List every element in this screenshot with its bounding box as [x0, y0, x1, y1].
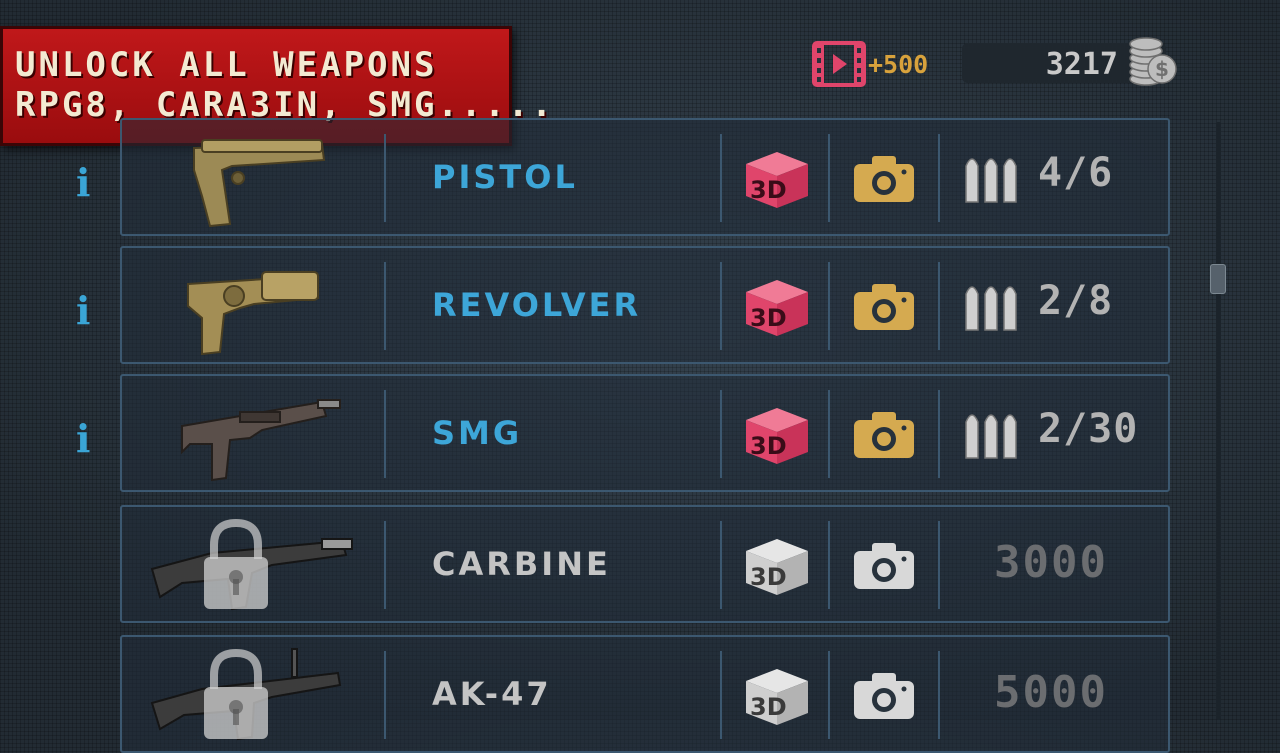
weapon-row-smg[interactable]: i SMG 3D 2/30: [76, 374, 1170, 492]
scrollbar-track[interactable]: [1216, 122, 1221, 720]
weapon-name: AK-47: [432, 675, 552, 713]
info-button[interactable]: i: [76, 288, 90, 333]
view-3d-icon[interactable]: 3D: [744, 150, 810, 210]
watch-video-reward-button[interactable]: +500: [812, 40, 928, 88]
lock-icon: [204, 519, 268, 609]
lock-icon: [204, 649, 268, 739]
weapon-name: PISTOL: [432, 158, 578, 196]
weapon-name: REVOLVER: [432, 286, 642, 324]
weapon-name: SMG: [432, 414, 523, 452]
svg-text:3D: 3D: [750, 693, 787, 721]
pistol-image: [193, 139, 326, 228]
revolver-image: [187, 271, 320, 356]
coin-balance: 3217 $: [962, 37, 1177, 86]
weapon-row-revolver[interactable]: i REVOLVER 3D 2/8: [76, 246, 1170, 364]
weapon-row-ak47[interactable]: AK-47 3D 5000: [120, 635, 1170, 753]
camera-icon[interactable]: [852, 669, 916, 721]
ammo-icon: [965, 286, 1017, 331]
view-3d-icon[interactable]: 3D: [744, 278, 810, 338]
weapon-row-carbine[interactable]: CARBINE 3D 3000: [120, 505, 1170, 623]
ammo-count: 4/6: [1038, 150, 1114, 196]
smg-image: [181, 399, 341, 482]
ammo-count: 2/8: [1038, 278, 1114, 324]
camera-icon[interactable]: [852, 408, 916, 460]
scrollbar-thumb[interactable]: [1210, 264, 1226, 294]
camera-icon[interactable]: [852, 280, 916, 332]
unlock-price[interactable]: 3000: [994, 537, 1108, 588]
info-button[interactable]: i: [76, 160, 90, 205]
coin-amount: 3217: [1045, 47, 1118, 82]
ammo-icon: [965, 158, 1017, 203]
view-3d-icon[interactable]: 3D: [744, 537, 810, 597]
ammo-count: 2/30: [1038, 406, 1139, 452]
video-reward-amount: +500: [868, 49, 929, 79]
svg-text:3D: 3D: [750, 563, 787, 591]
view-3d-icon[interactable]: 3D: [744, 406, 810, 466]
svg-text:$: $: [1155, 57, 1169, 81]
info-button[interactable]: i: [76, 416, 90, 461]
svg-text:3D: 3D: [750, 432, 787, 460]
svg-text:3D: 3D: [750, 176, 787, 204]
weapon-row-pistol[interactable]: i PISTOL 3D 4/6: [76, 118, 1170, 236]
weapon-name: CARBINE: [432, 545, 611, 583]
banner-line-1: UNLOCK ALL WEAPONS: [15, 45, 438, 85]
unlock-price[interactable]: 5000: [994, 667, 1108, 718]
view-3d-icon[interactable]: 3D: [744, 667, 810, 727]
ammo-icon: [965, 414, 1017, 459]
camera-icon[interactable]: [852, 152, 916, 204]
svg-text:3D: 3D: [750, 304, 787, 332]
film-play-icon: [812, 41, 866, 87]
camera-icon[interactable]: [852, 539, 916, 591]
coin-stack-icon: $: [1129, 37, 1177, 86]
